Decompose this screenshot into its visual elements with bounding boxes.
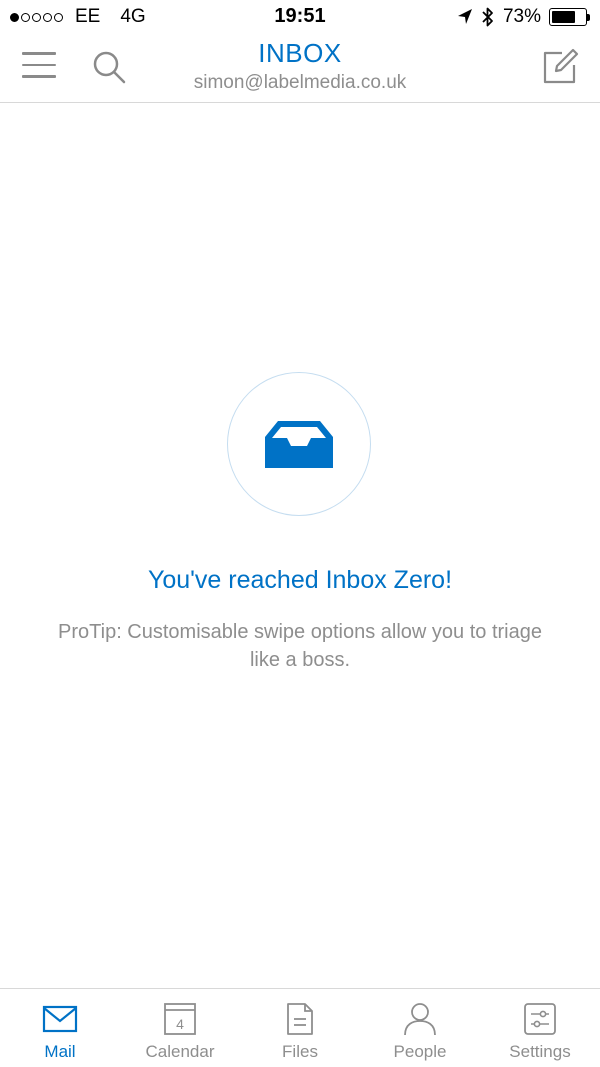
protip-text: ProTip: Customisable swipe options allow… xyxy=(58,621,542,671)
inbox-zero-title: You've reached Inbox Zero! xyxy=(147,566,453,594)
status-bar: EE 4G 19:51 73% xyxy=(0,0,600,34)
status-right: 73% xyxy=(457,6,590,28)
tab-settings[interactable]: Settings xyxy=(480,989,600,1067)
inbox-header: INBOX simon@labelmedia.co.uk xyxy=(0,34,600,103)
tab-mail[interactable]: Mail xyxy=(0,989,120,1067)
tab-calendar[interactable]: 4 Calendar xyxy=(120,989,240,1067)
tab-files-label: Files xyxy=(282,1042,318,1061)
battery-icon xyxy=(549,8,590,26)
bottom-tab-bar: Mail 4 Calendar Files People Settings xyxy=(0,988,600,1067)
tab-settings-label: Settings xyxy=(509,1042,571,1061)
tab-files[interactable]: Files xyxy=(240,989,360,1067)
calendar-day: 4 xyxy=(176,1016,184,1032)
header-title-group: INBOX simon@labelmedia.co.uk xyxy=(0,38,600,94)
inbox-tray-icon xyxy=(265,421,333,468)
tab-mail-label: Mail xyxy=(44,1042,76,1061)
location-arrow-icon xyxy=(457,9,472,24)
account-email: simon@labelmedia.co.uk xyxy=(193,72,407,93)
settings-sliders-icon xyxy=(524,1003,556,1035)
tab-people-label: People xyxy=(393,1042,447,1061)
empty-inbox-badge xyxy=(227,372,371,516)
compose-icon[interactable] xyxy=(540,47,580,87)
page-title: INBOX xyxy=(258,38,342,68)
tab-calendar-label: Calendar xyxy=(145,1042,215,1061)
bluetooth-icon xyxy=(482,7,493,27)
battery-percent: 73% xyxy=(502,6,541,27)
tab-people[interactable]: People xyxy=(360,989,480,1067)
person-icon xyxy=(404,1003,436,1036)
mail-icon xyxy=(42,1005,78,1033)
calendar-icon: 4 xyxy=(164,1003,196,1035)
outlook-inbox-screen: EE 4G 19:51 73% INBOX simon@labelmedia.c… xyxy=(0,0,600,1067)
file-icon xyxy=(287,1003,313,1035)
